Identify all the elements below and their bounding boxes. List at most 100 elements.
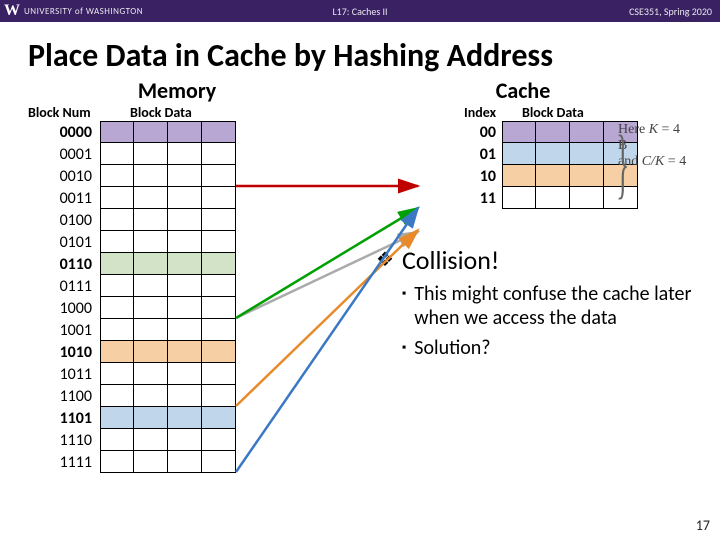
column-headers: Memory Cache	[28, 77, 692, 104]
memory-block-num: 1111	[28, 453, 100, 472]
memory-row: 0011	[28, 187, 260, 209]
data-cell	[168, 275, 202, 297]
data-cell	[134, 143, 168, 165]
data-cell	[100, 451, 134, 473]
data-cell	[168, 407, 202, 429]
memory-block-data	[100, 253, 236, 275]
data-cell	[100, 385, 134, 407]
data-cell	[168, 385, 202, 407]
data-cell	[202, 165, 236, 187]
memory-block-num: 0011	[28, 189, 100, 208]
uw-logo: W UNIVERSITY of WASHINGTON	[0, 2, 143, 20]
data-cell	[100, 187, 134, 209]
data-cell	[536, 143, 570, 165]
data-cell	[502, 187, 536, 209]
index-header: Index	[464, 104, 518, 121]
data-cell	[202, 253, 236, 275]
annotation: } Here K = 4 B and C/K = 4	[618, 122, 692, 170]
data-cell	[134, 407, 168, 429]
data-cell	[168, 231, 202, 253]
data-cell	[570, 187, 604, 209]
sub-bullet-mark-icon: ▪	[402, 336, 406, 360]
memory-rows: 0000000100100011010001010110011110001001…	[28, 121, 260, 473]
memory-block-data	[100, 341, 236, 363]
data-cell	[168, 165, 202, 187]
bullet-collision-text: Collision!	[402, 244, 499, 276]
memory-row: 0100	[28, 209, 260, 231]
data-cell	[134, 187, 168, 209]
memory-block-num: 1010	[28, 343, 100, 362]
data-cell	[100, 297, 134, 319]
memory-block-data	[100, 165, 236, 187]
data-cell	[134, 385, 168, 407]
bullet-collision: ❖ Collision!	[376, 244, 720, 276]
data-cell	[202, 341, 236, 363]
data-cell	[202, 275, 236, 297]
memory-row: 0110	[28, 253, 260, 275]
uw-w-icon: W	[4, 2, 24, 20]
sub-bullet-1-text: This might confuse the cache later when …	[414, 282, 720, 330]
memory-row: 1001	[28, 319, 260, 341]
data-cell	[100, 143, 134, 165]
data-cell	[168, 121, 202, 143]
tables: Block Num Block Data 0000000100100011010…	[28, 104, 692, 473]
memory-block-num: 1101	[28, 409, 100, 428]
data-cell	[100, 231, 134, 253]
memory-block-data	[100, 231, 236, 253]
memory-block-data	[100, 319, 236, 341]
data-cell	[100, 209, 134, 231]
memory-block-data	[100, 187, 236, 209]
uw-text: UNIVERSITY of WASHINGTON	[24, 6, 143, 17]
data-cell	[100, 253, 134, 275]
data-cell	[168, 341, 202, 363]
topbar: W UNIVERSITY of WASHINGTON L17: Caches I…	[0, 0, 720, 22]
memory-block-data	[100, 143, 236, 165]
block-num-header: Block Num	[28, 104, 120, 121]
brace-icon: }	[616, 124, 629, 202]
data-cell	[502, 165, 536, 187]
data-cell	[134, 165, 168, 187]
data-cell	[168, 253, 202, 275]
page-number: 17	[696, 517, 710, 534]
memory-row: 1110	[28, 429, 260, 451]
lecture-title: L17: Caches II	[332, 5, 387, 18]
data-cell	[502, 121, 536, 143]
memory-block-data	[100, 121, 236, 143]
sub-bullet-2-text: Solution?	[414, 336, 490, 360]
course-title: CSE351, Spring 2020	[629, 5, 720, 18]
memory-block-data	[100, 275, 236, 297]
cache-index: 01	[464, 145, 502, 164]
data-cell	[536, 121, 570, 143]
data-cell	[100, 429, 134, 451]
data-cell	[100, 407, 134, 429]
memory-block-num: 1110	[28, 431, 100, 450]
memory-row: 0010	[28, 165, 260, 187]
data-cell	[570, 121, 604, 143]
data-cell	[134, 253, 168, 275]
sub-bullet-2: ▪ Solution?	[402, 336, 720, 360]
block-data-header: Block Data	[120, 104, 260, 121]
data-cell	[100, 341, 134, 363]
data-cell	[134, 209, 168, 231]
data-cell	[202, 143, 236, 165]
memory-row: 1101	[28, 407, 260, 429]
data-cell	[202, 363, 236, 385]
data-cell	[168, 143, 202, 165]
memory-block-data	[100, 407, 236, 429]
data-cell	[100, 165, 134, 187]
data-cell	[134, 363, 168, 385]
data-cell	[134, 121, 168, 143]
memory-row: 1100	[28, 385, 260, 407]
memory-block-num: 1001	[28, 321, 100, 340]
memory-row: 0101	[28, 231, 260, 253]
memory-block-num: 1100	[28, 387, 100, 406]
memory-row: 1000	[28, 297, 260, 319]
memory-block-num: 0001	[28, 145, 100, 164]
data-cell	[202, 187, 236, 209]
sub-bullet-1: ▪ This might confuse the cache later whe…	[402, 282, 720, 330]
data-cell	[536, 187, 570, 209]
data-cell	[202, 429, 236, 451]
bullet-mark-icon: ❖	[376, 244, 394, 276]
data-cell	[134, 231, 168, 253]
data-cell	[134, 275, 168, 297]
